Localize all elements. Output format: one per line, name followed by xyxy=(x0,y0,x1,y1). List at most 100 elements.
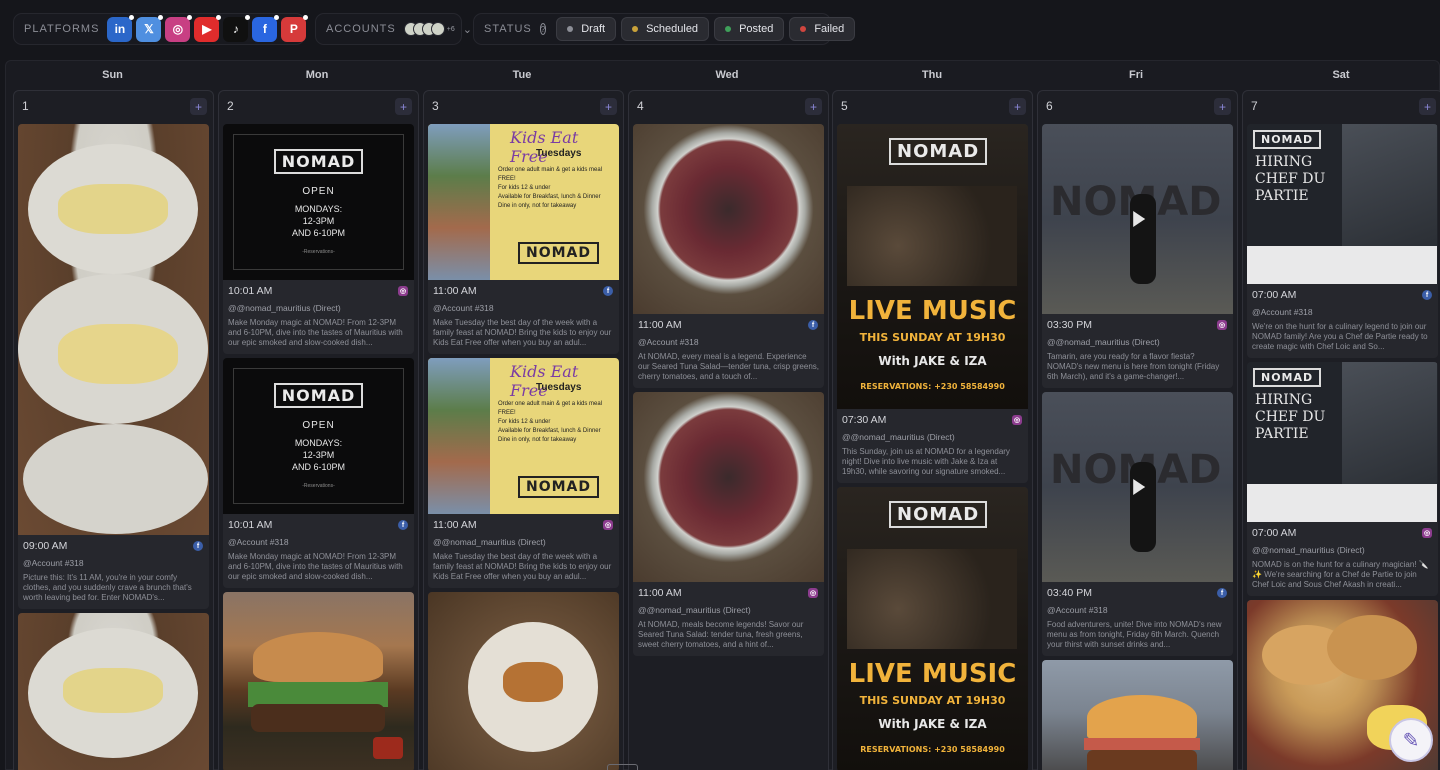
x-icon[interactable]: 𝕏 xyxy=(136,14,164,42)
selected-dot xyxy=(245,14,251,20)
add-post-button[interactable]: + xyxy=(600,98,617,115)
accounts-label: ACCOUNTS xyxy=(326,23,396,35)
kids-subtitle: Tuesdays xyxy=(536,382,582,393)
selected-dot xyxy=(158,14,164,20)
post-card[interactable]: 09:00 AM f @Account #318 Picture this: I… xyxy=(18,124,209,609)
play-icon[interactable] xyxy=(1132,211,1145,227)
post-time: 03:40 PM xyxy=(1047,587,1092,599)
post-time: 11:00 AM xyxy=(433,519,477,531)
post-account: @@nomad_mauritius (Direct) xyxy=(842,432,955,442)
add-post-button[interactable]: + xyxy=(190,98,207,115)
post-caption: At NOMAD, every meal is a legend. Experi… xyxy=(638,352,819,381)
day-header-wed: Wed xyxy=(715,69,739,81)
day-header-mon: Mon xyxy=(305,69,329,81)
post-account: @Account #318 xyxy=(638,337,699,347)
horizontal-scroll-handle[interactable] xyxy=(607,764,638,770)
status-chip-draft[interactable]: Draft xyxy=(556,17,617,41)
post-time: 03:30 PM xyxy=(1047,319,1092,331)
day-header-sun: Sun xyxy=(102,69,123,81)
status-dot xyxy=(725,26,732,32)
post-card[interactable]: NOMAD 03:30 PM ◎ @@nomad_mauritius (Dire… xyxy=(1042,124,1233,388)
post-card[interactable]: NOMAD LIVE MUSIC THIS SUNDAY AT 19H30 Wi… xyxy=(837,124,1028,483)
post-caption: Make Tuesday the best day of the week wi… xyxy=(433,552,612,581)
post-card[interactable]: NOMAD OPEN MONDAYS: 12-3PM AND 6-10PM -Res… xyxy=(223,358,414,588)
live-music-subtitle: THIS SUNDAY AT 19H30 xyxy=(859,331,1006,344)
assistant-bird-icon[interactable]: ✎ xyxy=(1389,718,1433,762)
status-chip-failed[interactable]: Failed xyxy=(789,17,856,41)
day-column-header: 1 + xyxy=(14,91,213,121)
youtube-icon[interactable]: ▶ xyxy=(194,14,222,42)
post-caption: Picture this: It's 11 AM, you're in your… xyxy=(23,573,192,602)
live-music-with: With JAKE & IZA xyxy=(878,717,987,731)
instagram-icon: ◎ xyxy=(1422,528,1432,538)
post-card[interactable]: 11:00 AM f @Account #318 At NOMAD, every… xyxy=(633,124,824,388)
post-card[interactable]: NOMAD 03:40 PM f @Account #318 Food adve… xyxy=(1042,392,1233,656)
status-chip-scheduled[interactable]: Scheduled xyxy=(621,17,710,41)
day-column-wed: 4 + 11:00 AM f @Account #318 At NOMAD, e… xyxy=(628,90,829,770)
post-card[interactable] xyxy=(428,592,619,770)
post-card[interactable] xyxy=(18,613,209,770)
post-card[interactable]: NOMAD HIRING CHEF DU PARTIE 07:00 AM f @Ac… xyxy=(1247,124,1438,358)
tiktok-icon[interactable]: ♪ xyxy=(223,14,251,42)
day-column-mon: 2 + NOMAD OPEN MONDAYS: 12-3PM AND 6-10PM … xyxy=(218,90,419,770)
add-post-button[interactable]: + xyxy=(1009,98,1026,115)
linkedin-icon[interactable]: in xyxy=(107,14,135,42)
facebook-icon: f xyxy=(1422,290,1432,300)
live-music-reservations: RESERVATIONS: +230 58584990 xyxy=(860,745,1005,754)
avatar xyxy=(430,22,445,36)
selected-dot xyxy=(187,14,193,20)
post-image: NOMAD OPEN MONDAYS: 12-3PM AND 6-10PM -Res… xyxy=(223,124,414,280)
nomad-logo: NOMAD xyxy=(1253,368,1322,387)
add-post-button[interactable]: + xyxy=(805,98,822,115)
live-music-with: With JAKE & IZA xyxy=(878,354,987,368)
post-caption: NOMAD is on the hunt for a culinary magi… xyxy=(1252,560,1429,589)
day-header-thu: Thu xyxy=(921,69,943,81)
post-caption: At NOMAD, meals become legends! Savor ou… xyxy=(638,620,804,649)
post-account: @Account #318 xyxy=(23,558,84,568)
day-column-fri: 6 + NOMAD 03:30 PM ◎ @@nomad_mauritius (… xyxy=(1037,90,1238,770)
status-dot xyxy=(800,26,807,32)
post-account: @Account #318 xyxy=(433,303,494,313)
help-icon[interactable]: ? xyxy=(539,23,547,35)
status-chips: Draft Scheduled Posted Failed xyxy=(556,17,860,41)
chevron-down-icon[interactable]: ⌄ xyxy=(463,23,472,36)
post-card[interactable]: Kids Eat Free Tuesdays Order one adult m… xyxy=(428,124,619,354)
add-post-button[interactable]: + xyxy=(1214,98,1231,115)
status-dot xyxy=(567,26,574,32)
status-label: Failed xyxy=(814,23,845,35)
status-chip-posted[interactable]: Posted xyxy=(714,17,785,41)
status-filter: STATUS ? Draft Scheduled Posted Failed xyxy=(473,13,856,45)
instagram-icon[interactable]: ◎ xyxy=(165,14,193,42)
post-card[interactable] xyxy=(1042,660,1233,770)
post-caption: Make Tuesday the best day of the week wi… xyxy=(433,318,612,347)
post-caption: This Sunday, join us at NOMAD for a lege… xyxy=(842,447,1010,476)
post-time: 11:00 AM xyxy=(433,285,477,297)
post-image xyxy=(633,124,824,314)
status-label: Draft xyxy=(581,23,606,35)
post-card[interactable]: NOMAD HIRING CHEF DU PARTIE 07:00 AM ◎ @@n… xyxy=(1247,362,1438,596)
post-card[interactable]: NOMAD LIVE MUSIC THIS SUNDAY AT 19H30 Wi… xyxy=(837,487,1028,770)
hiring-title: HIRING CHEF DU PARTIE xyxy=(1255,154,1326,204)
post-image: Kids Eat Free Tuesdays Order one adult m… xyxy=(428,124,619,280)
post-account: @Account #318 xyxy=(1252,307,1313,317)
post-card[interactable]: Kids Eat Free Tuesdays Order one adult m… xyxy=(428,358,619,588)
facebook-icon[interactable]: f xyxy=(252,14,280,42)
day-number: 2 xyxy=(227,99,234,113)
post-image: NOMAD LIVE MUSIC THIS SUNDAY AT 19H30 Wi… xyxy=(837,487,1028,770)
play-icon[interactable] xyxy=(1132,479,1145,495)
post-image xyxy=(428,592,619,770)
post-card[interactable]: NOMAD OPEN MONDAYS: 12-3PM AND 6-10PM -Res… xyxy=(223,124,414,354)
pinterest-icon[interactable]: P xyxy=(281,14,309,42)
add-post-button[interactable]: + xyxy=(1419,98,1436,115)
post-card[interactable] xyxy=(223,592,414,770)
instagram-icon: ◎ xyxy=(808,588,818,598)
post-time: 11:00 AM xyxy=(638,587,682,599)
kids-subtitle: Tuesdays xyxy=(536,148,582,159)
day-column-header: 3 + xyxy=(424,91,623,121)
post-card[interactable]: 11:00 AM ◎ @@nomad_mauritius (Direct) At… xyxy=(633,392,824,656)
add-post-button[interactable]: + xyxy=(395,98,412,115)
kids-title: Kids Eat Free xyxy=(510,362,579,400)
post-image xyxy=(18,613,209,770)
live-music-reservations: RESERVATIONS: +230 58584990 xyxy=(860,382,1005,391)
accounts-filter[interactable]: ACCOUNTS +6 ⌄ xyxy=(315,13,472,45)
